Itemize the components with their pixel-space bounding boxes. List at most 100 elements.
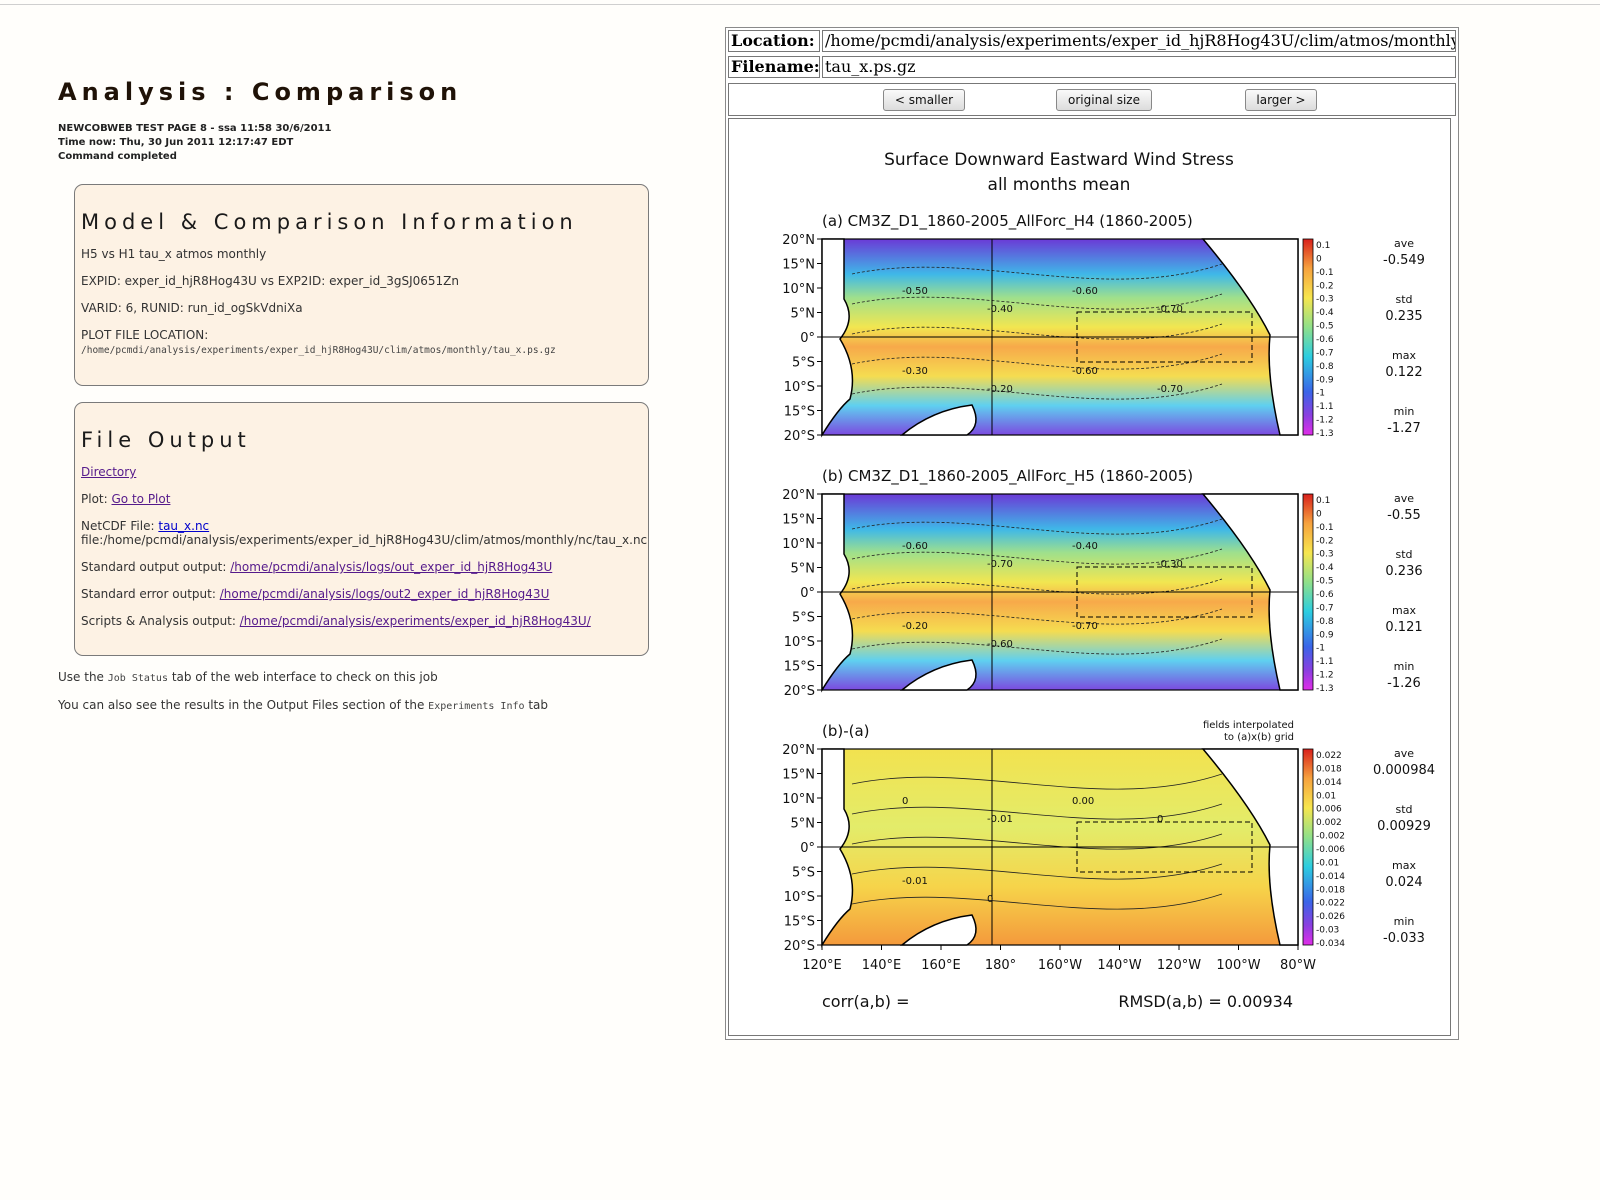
stat-name: std [1395, 803, 1412, 816]
panel-title: (b)-(a) [822, 722, 870, 740]
stat-value: 0.00929 [1377, 819, 1431, 834]
corr-label: corr(a,b) = [822, 992, 909, 1011]
lat-label: 5°S [792, 611, 815, 626]
contour-label: -0.50 [902, 286, 928, 297]
colorbar-label: -0.022 [1316, 899, 1345, 909]
colorbar-label: 0.1 [1316, 496, 1330, 506]
go-to-plot-link[interactable]: Go to Plot [112, 492, 171, 506]
contour-label: -0.70 [1157, 384, 1183, 395]
location-value[interactable]: /home/pcmdi/analysis/experiments/exper_i… [822, 30, 1456, 52]
colorbar-label: -0.2 [1316, 281, 1334, 291]
lat-label: 5°S [792, 356, 815, 371]
colorbar-label: -1.1 [1316, 657, 1334, 667]
original-size-button[interactable]: original size [1056, 89, 1152, 111]
smaller-button[interactable]: < smaller [883, 89, 965, 111]
model-info-line3: VARID: 6, RUNID: run_id_ogSkVdniXa [81, 301, 303, 315]
colorbar-label: -0.9 [1316, 630, 1334, 640]
model-info-line1: H5 vs H1 tau_x atmos monthly [81, 247, 267, 261]
lat-label: 10°N [782, 537, 815, 552]
panel-1: (a) CM3Z_D1_1860-2005_AllForc_H4 (1860-2… [782, 212, 1425, 444]
colorbar-label: -0.1 [1316, 523, 1334, 533]
figure-subtitle: all months mean [988, 175, 1131, 195]
colorbar-label: -0.8 [1316, 362, 1334, 372]
colorbar-label: -0.034 [1316, 939, 1345, 949]
lon-label: 140°E [862, 958, 902, 973]
stat-name: min [1394, 915, 1415, 928]
stderr-link[interactable]: /home/pcmdi/analysis/logs/out2_exper_id_… [220, 587, 550, 601]
lat-label: 20°S [784, 429, 815, 444]
colorbar [1302, 748, 1314, 946]
exp-note-pre: You can also see the results in the Outp… [58, 698, 425, 712]
stdout-link[interactable]: /home/pcmdi/analysis/logs/out_exper_id_h… [230, 560, 552, 574]
filename-value[interactable]: tau_x.ps.gz [822, 56, 1456, 78]
colorbar-label: -0.4 [1316, 563, 1334, 573]
file-output-box: File Output Directory Plot: Go to Plot N… [74, 402, 649, 656]
colorbar-label: 0.014 [1316, 778, 1342, 788]
command-status: Command completed [58, 151, 177, 162]
stat-name: ave [1394, 237, 1414, 250]
location-row: Location: /home/pcmdi/analysis/experimen… [728, 30, 1456, 52]
lat-label: 20°N [782, 488, 815, 503]
stat-value: -0.549 [1383, 253, 1425, 268]
job-status-note: Use the Job Status tab of the web interf… [58, 670, 668, 684]
scripts-link[interactable]: /home/pcmdi/analysis/experiments/exper_i… [240, 614, 591, 628]
contour-label: -0.70 [987, 559, 1013, 570]
contour-label: 0 [902, 796, 908, 807]
colorbar-label: 0.1 [1316, 241, 1330, 251]
colorbar-label: -0.014 [1316, 872, 1345, 882]
colorbar-label: 0 [1316, 509, 1322, 519]
contour-label: -0.60 [902, 541, 928, 552]
file-output-heading: File Output [81, 428, 251, 452]
lat-label: 15°S [784, 405, 815, 420]
stat-name: min [1394, 660, 1415, 673]
scripts-label: Scripts & Analysis output: [81, 614, 236, 628]
lat-label: 15°N [782, 513, 815, 528]
filename-label: Filename: [728, 56, 820, 78]
colorbar [1302, 493, 1314, 691]
panel-title: (b) CM3Z_D1_1860-2005_AllForc_H5 (1860-2… [822, 467, 1193, 486]
directory-link[interactable]: Directory [81, 465, 136, 479]
colorbar-label: -0.002 [1316, 832, 1345, 842]
colorbar-label: 0.022 [1316, 751, 1342, 761]
page-title: Analysis : Comparison [58, 78, 463, 106]
contour-label: -0.60 [987, 639, 1013, 650]
stat-value: 0.121 [1385, 620, 1422, 635]
colorbar-label: -0.4 [1316, 308, 1334, 318]
contour-label: -0.30 [902, 366, 928, 377]
lat-label: 0° [800, 841, 815, 856]
lat-label: 10°S [784, 890, 815, 905]
plot-frame: Surface Downward Eastward Wind Stress all… [728, 118, 1451, 1036]
contour-label: -0.40 [987, 304, 1013, 315]
stat-name: max [1392, 859, 1416, 872]
stdout-label: Standard output output: [81, 560, 227, 574]
experiments-info-code: Experiments Info [428, 701, 525, 712]
larger-button[interactable]: larger > [1245, 89, 1317, 111]
stat-name: std [1395, 548, 1412, 561]
stat-value: 0.236 [1385, 564, 1422, 579]
stat-value: -0.55 [1387, 508, 1421, 523]
contour-label: -0.20 [902, 621, 928, 632]
model-info-box: Model & Comparison Information H5 vs H1 … [74, 184, 649, 386]
lat-label: 5°N [791, 817, 816, 832]
lon-label: 120°E [802, 958, 842, 973]
stat-name: min [1394, 405, 1415, 418]
netcdf-file-link[interactable]: tau_x.nc [158, 519, 209, 533]
lat-label: 0° [800, 331, 815, 346]
stat-name: ave [1394, 747, 1414, 760]
colorbar-label: -0.7 [1316, 603, 1334, 613]
lon-label: 120°W [1157, 958, 1201, 973]
colorbar-label: -0.006 [1316, 845, 1345, 855]
colorbar-label: -0.7 [1316, 348, 1334, 358]
panel-3: (b)-(a) fields interpolatedto (a)x(b) gri… [782, 720, 1435, 954]
contour-label: 0 [1157, 814, 1163, 825]
plot-file-location: PLOT FILE LOCATION: /home/pcmdi/analysis… [81, 328, 642, 358]
plot-file-location-label: PLOT FILE LOCATION: [81, 328, 209, 342]
colorbar-label: -1.1 [1316, 402, 1334, 412]
lat-label: 15°N [782, 258, 815, 273]
colorbar-label: -0.1 [1316, 268, 1334, 278]
colorbar-label: -0.9 [1316, 375, 1334, 385]
colorbar-label: -0.018 [1316, 885, 1345, 895]
test-page-line: NEWCOBWEB TEST PAGE 8 - ssa 11:58 30/6/2… [58, 123, 332, 134]
lat-label: 20°N [782, 233, 815, 248]
stat-value: -0.033 [1383, 931, 1425, 946]
